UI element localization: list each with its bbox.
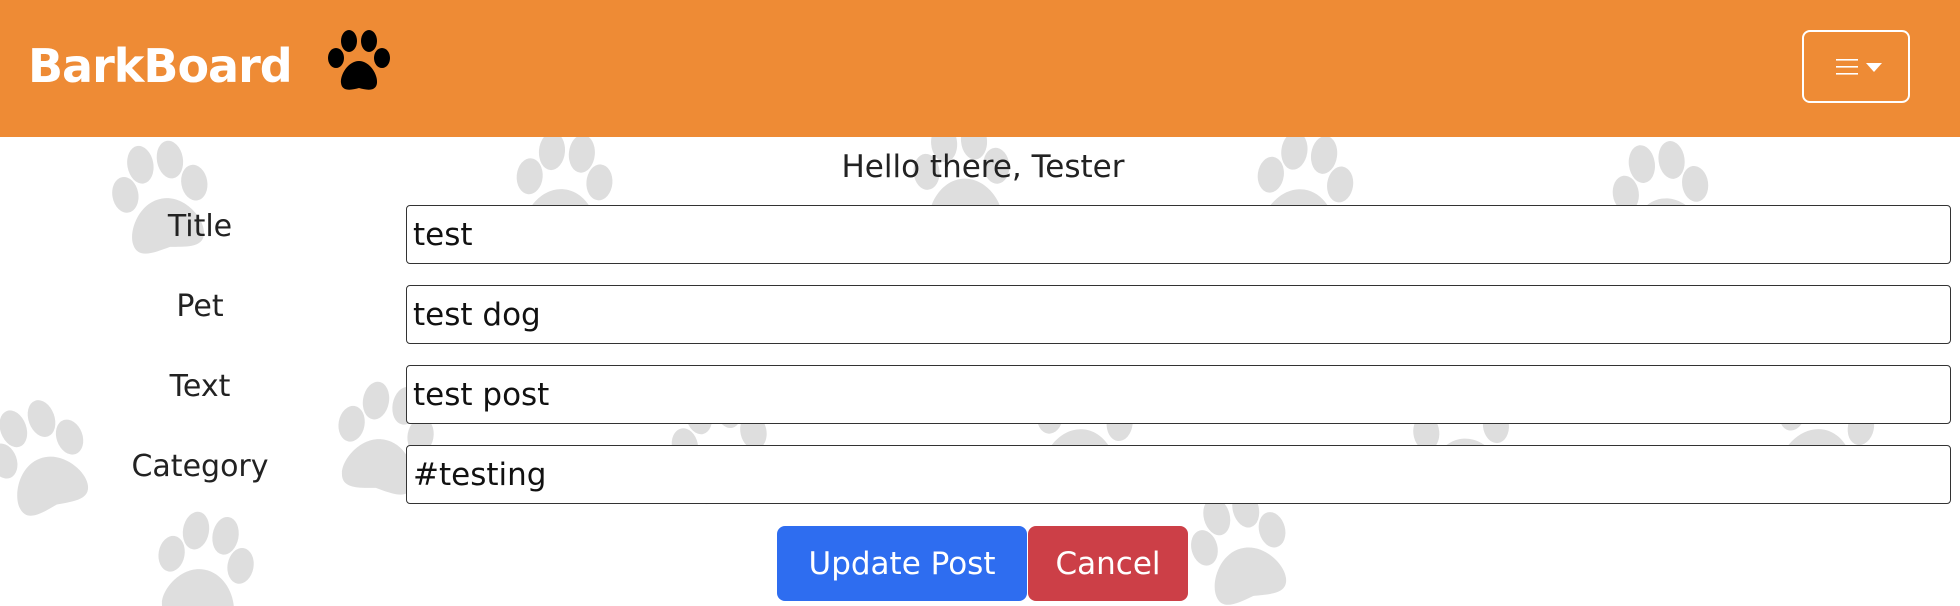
category-input[interactable] — [406, 445, 1951, 504]
greeting-text: Hello there, Tester — [841, 149, 1125, 185]
title-label: Title — [167, 209, 233, 244]
text-input[interactable] — [406, 365, 1951, 424]
hamburger-icon — [1836, 59, 1858, 75]
brand-name[interactable]: BarkBoard — [28, 38, 293, 94]
navbar: BarkBoard — [0, 0, 1960, 137]
text-label: Text — [169, 369, 231, 404]
cancel-button[interactable]: Cancel — [1028, 526, 1188, 601]
menu-toggle-button[interactable] — [1802, 30, 1910, 103]
paw-icon — [328, 30, 390, 90]
update-post-button[interactable]: Update Post — [777, 526, 1027, 601]
category-label: Category — [131, 449, 269, 484]
main-content: Hello there, Tester Title Pet Text Categ… — [0, 137, 1960, 606]
pet-label: Pet — [176, 289, 224, 324]
pet-input[interactable] — [406, 285, 1951, 344]
title-input[interactable] — [406, 205, 1951, 264]
caret-down-icon — [1866, 63, 1882, 72]
